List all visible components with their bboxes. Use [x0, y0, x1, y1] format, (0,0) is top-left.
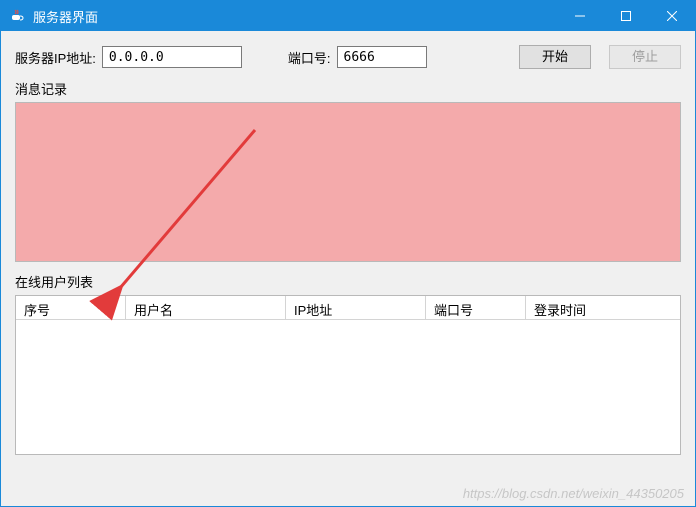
start-button[interactable]: 开始	[519, 45, 591, 69]
table-header: 序号 用户名 IP地址 端口号 登录时间	[16, 296, 680, 320]
col-port[interactable]: 端口号	[426, 296, 526, 319]
col-index[interactable]: 序号	[16, 296, 126, 319]
port-input[interactable]	[337, 46, 427, 68]
minimize-button[interactable]	[557, 1, 603, 31]
titlebar: 服务器界面	[1, 1, 695, 31]
stop-button: 停止	[609, 45, 681, 69]
close-button[interactable]	[649, 1, 695, 31]
log-textarea[interactable]	[15, 102, 681, 262]
content-area: 服务器IP地址: 端口号: 开始 停止 消息记录 在线用户列表 序号 用户名 I…	[1, 31, 695, 506]
userlist-title: 在线用户列表	[15, 272, 681, 291]
col-username[interactable]: 用户名	[126, 296, 286, 319]
window-title: 服务器界面	[33, 7, 557, 26]
config-row: 服务器IP地址: 端口号: 开始 停止	[15, 45, 681, 69]
table-body[interactable]	[16, 320, 680, 454]
user-table: 序号 用户名 IP地址 端口号 登录时间	[15, 295, 681, 455]
col-ip[interactable]: IP地址	[286, 296, 426, 319]
window-controls	[557, 1, 695, 31]
log-title: 消息记录	[15, 79, 681, 98]
java-icon	[9, 8, 25, 24]
ip-input[interactable]	[102, 46, 242, 68]
maximize-button[interactable]	[603, 1, 649, 31]
col-logintime[interactable]: 登录时间	[526, 296, 680, 319]
port-label: 端口号:	[288, 48, 331, 67]
ip-label: 服务器IP地址:	[15, 48, 96, 67]
app-window: 服务器界面 服务器IP地址: 端口号: 开始 停止 消息记录	[0, 0, 696, 507]
